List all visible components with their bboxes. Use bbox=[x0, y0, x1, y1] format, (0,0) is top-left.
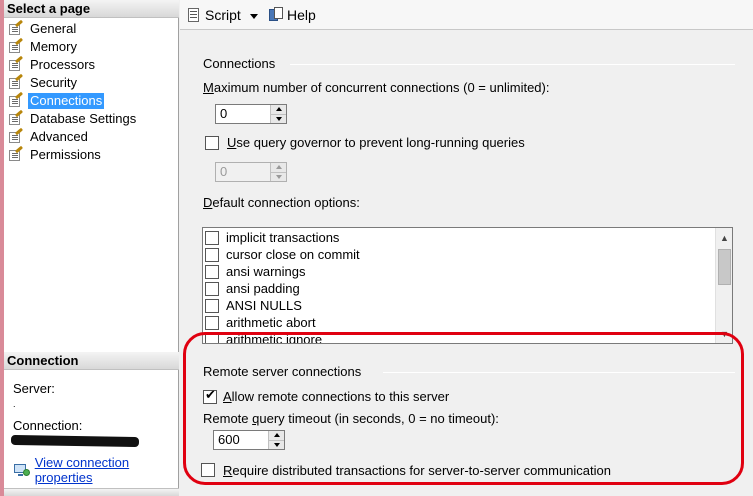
redacted-connection-value bbox=[10, 434, 140, 448]
highlight-annotation bbox=[183, 332, 744, 485]
right-pane: Script Help Connections Maximum number o… bbox=[180, 0, 753, 496]
script-button[interactable]: Script bbox=[186, 5, 258, 25]
page-item-database-settings[interactable]: Database Settings bbox=[8, 109, 176, 128]
scrollbar-thumb[interactable] bbox=[718, 249, 731, 285]
page-item-general[interactable]: General bbox=[8, 19, 176, 38]
option-checkbox[interactable] bbox=[205, 230, 219, 245]
script-label: Script bbox=[205, 7, 241, 23]
help-book-icon bbox=[268, 7, 284, 23]
help-button[interactable]: Help bbox=[268, 5, 316, 25]
page-settings-icon bbox=[8, 109, 24, 126]
page-item-permissions[interactable]: Permissions bbox=[8, 145, 176, 164]
query-governor-spinner: 0 bbox=[215, 162, 287, 182]
option-label: cursor close on commit bbox=[226, 247, 360, 262]
option-label: ANSI NULLS bbox=[226, 298, 302, 313]
listbox-scrollbar[interactable]: ▲ ▼ bbox=[715, 228, 732, 343]
connection-label: Connection: bbox=[13, 418, 83, 433]
spin-down-icon bbox=[271, 171, 286, 181]
page-item-label: Memory bbox=[30, 39, 77, 54]
page-item-label: Security bbox=[30, 75, 77, 90]
connection-properties-icon bbox=[14, 463, 30, 477]
page-item-label: Advanced bbox=[30, 129, 88, 144]
page-item-label: Connections bbox=[28, 93, 105, 109]
max-connections-value[interactable]: 0 bbox=[216, 105, 270, 123]
default-options-label: Default connection options: bbox=[203, 195, 360, 210]
page-item-label: General bbox=[30, 21, 77, 36]
page-settings-icon bbox=[8, 145, 24, 162]
page-item-security[interactable]: Security bbox=[8, 73, 176, 92]
spin-up-icon[interactable] bbox=[271, 105, 286, 114]
max-connections-label: Maximum number of concurrent connections… bbox=[203, 80, 550, 95]
page-item-label: Processors bbox=[30, 57, 96, 72]
view-connection-link-row[interactable]: View connection properties bbox=[14, 455, 178, 485]
option-checkbox[interactable] bbox=[205, 315, 219, 330]
spin-down-icon[interactable] bbox=[271, 113, 286, 123]
list-item[interactable]: cursor close on commit bbox=[205, 246, 360, 263]
chevron-down-icon[interactable] bbox=[249, 13, 258, 19]
option-label: arithmetic abort bbox=[226, 315, 316, 330]
server-value: . bbox=[13, 399, 16, 409]
group-divider bbox=[290, 64, 735, 65]
page-item-connections[interactable]: Connections bbox=[8, 91, 176, 110]
option-checkbox[interactable] bbox=[205, 247, 219, 262]
list-item[interactable]: arithmetic abort bbox=[205, 314, 316, 331]
list-item[interactable]: ANSI NULLS bbox=[205, 297, 302, 314]
option-label: ansi padding bbox=[226, 281, 300, 296]
option-label: implicit transactions bbox=[226, 230, 340, 245]
spin-up-icon bbox=[271, 163, 286, 172]
option-checkbox[interactable] bbox=[205, 281, 219, 296]
scroll-up-icon[interactable]: ▲ bbox=[716, 230, 732, 246]
connections-group-title: Connections bbox=[203, 56, 276, 71]
list-item[interactable]: ansi warnings bbox=[205, 263, 306, 280]
left-pane: Select a page General Memory Processors … bbox=[4, 0, 179, 496]
page-settings-icon bbox=[8, 73, 24, 90]
page-item-memory[interactable]: Memory bbox=[8, 37, 176, 56]
query-governor-checkbox[interactable] bbox=[205, 136, 219, 150]
list-item[interactable]: ansi padding bbox=[205, 280, 300, 297]
connections-page: Connections Maximum number of concurrent… bbox=[180, 31, 753, 496]
connection-header: Connection bbox=[4, 352, 179, 370]
query-governor-label: Use query governor to prevent long-runni… bbox=[227, 135, 525, 150]
option-checkbox[interactable] bbox=[205, 264, 219, 279]
page-settings-icon bbox=[8, 127, 24, 144]
page-list: General Memory Processors Security Conne… bbox=[8, 19, 176, 164]
script-icon bbox=[186, 7, 202, 23]
page-item-label: Database Settings bbox=[30, 111, 137, 126]
toolbar: Script Help bbox=[180, 0, 753, 30]
select-page-header: Select a page bbox=[4, 0, 179, 18]
page-item-label: Permissions bbox=[30, 147, 101, 162]
page-item-processors[interactable]: Processors bbox=[8, 55, 176, 74]
max-connections-spinner[interactable]: 0 bbox=[215, 104, 287, 124]
page-item-advanced[interactable]: Advanced bbox=[8, 127, 176, 146]
page-settings-icon bbox=[8, 55, 24, 72]
server-label: Server: bbox=[13, 381, 55, 396]
page-settings-icon bbox=[8, 37, 24, 54]
view-connection-link[interactable]: View connection properties bbox=[35, 455, 178, 485]
query-governor-value: 0 bbox=[220, 164, 228, 179]
default-options-listbox[interactable]: implicit transactions cursor close on co… bbox=[202, 227, 733, 344]
progress-header-edge bbox=[4, 488, 179, 496]
list-item[interactable]: implicit transactions bbox=[205, 229, 339, 246]
option-label: ansi warnings bbox=[226, 264, 306, 279]
help-label: Help bbox=[287, 7, 316, 23]
page-settings-icon bbox=[8, 91, 24, 108]
option-checkbox[interactable] bbox=[205, 298, 219, 313]
page-settings-icon bbox=[8, 19, 24, 36]
